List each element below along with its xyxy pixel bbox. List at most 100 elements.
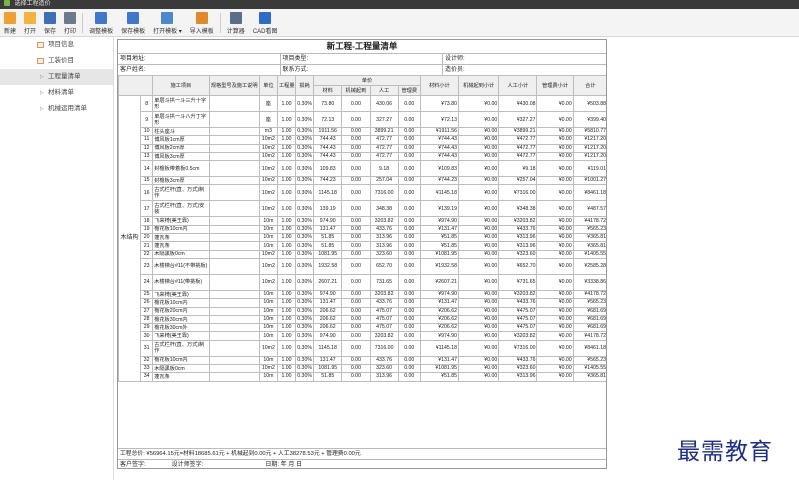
table-row[interactable]: 16 古式栏杆(直、万式)制作 10m2 1.00 0.30% 1145.18 0.00 73… bbox=[119, 184, 606, 202]
table-row[interactable]: 30 飞来椅(美王靠) 10m 1.00 0.30% 974.90 0.00 3203.82 0… bbox=[119, 331, 606, 341]
table-cell: 蓬瓦条 bbox=[152, 233, 210, 243]
table-cell: 1.00 bbox=[276, 160, 297, 178]
toolbar-button-2[interactable]: 保存 bbox=[40, 9, 60, 37]
table-cell: 单层斗拱一斗三升十字形 bbox=[152, 95, 210, 112]
toolbar-button-0[interactable]: 新建 bbox=[0, 9, 20, 37]
toolbar-button-label: 新建 bbox=[4, 29, 17, 35]
sidebar-item-label: 项目信息 bbox=[48, 41, 74, 48]
table-row[interactable]: 11 博风板1cm厚 10m2 1.00 0.30% 744.43 0.00 472.77 0.… bbox=[119, 135, 606, 145]
toolbar-button-8[interactable]: 计算器 bbox=[223, 9, 249, 37]
table-cell: ¥0.00 bbox=[458, 111, 500, 128]
table-cell: ¥0.00 bbox=[536, 233, 574, 243]
table-cell: 472.77 bbox=[369, 151, 399, 162]
table-cell: ¥8461.18 bbox=[572, 184, 606, 202]
toolbar-button-1[interactable]: 打开 bbox=[20, 9, 40, 37]
table-row[interactable]: 19 檐花板10cm内 10m 1.00 0.30% 131.47 0.00 433.76 0.… bbox=[119, 224, 606, 235]
table-row[interactable]: 15 封檐板3cm厚 10m2 1.00 0.30% 744.23 0.00 257.04 0.… bbox=[119, 176, 606, 186]
table-row[interactable]: 23 木楼梯台#11(不带挑板) 10m2 1.00 0.30% 1932.58 0.00 6… bbox=[119, 257, 606, 275]
table-cell: ¥4178.72 bbox=[572, 289, 606, 300]
table-cell: ¥0.00 bbox=[458, 289, 500, 300]
table-cell: 檐花板30cm外 bbox=[152, 323, 210, 333]
table-row[interactable]: 29 檐花板30cm外 10m 1.00 0.30% 206.62 0.00 475.07 0.… bbox=[119, 323, 606, 333]
table-row[interactable]: 25 飞来椅(美王靠) 10m 1.00 0.30% 974.90 0.00 3203.82 0… bbox=[119, 289, 606, 300]
table-cell: 1.00 bbox=[276, 298, 297, 308]
table-cell: 0.00 bbox=[397, 249, 421, 259]
table-cell: 139.19 bbox=[313, 200, 343, 218]
toolbar-button-5[interactable]: 保存模板 bbox=[117, 9, 149, 37]
table-cell: ¥51.85 bbox=[419, 241, 460, 251]
table-row[interactable]: 17 古式栏杆(直、万式)安装 10m2 1.00 0.30% 139.19 0.00 348… bbox=[119, 200, 606, 218]
spec-cell bbox=[208, 200, 260, 218]
table-row[interactable]: 28 檐花板30cm内 10m 1.00 0.30% 206.62 0.00 475.07 0.… bbox=[119, 314, 606, 325]
table-cell: 433.76 bbox=[369, 355, 399, 366]
table-cell: ¥0.00 bbox=[458, 216, 500, 226]
table-row[interactable]: 27 檐花板20cm内 10m 1.00 0.30% 206.62 0.00 475.07 0.… bbox=[119, 306, 606, 316]
table-row[interactable]: 14 封檐板带着板0.5cm 10m2 1.00 0.30% 109.83 0.00 9.18… bbox=[119, 160, 606, 178]
table-cell: 10m2 bbox=[258, 184, 278, 202]
table-cell: 0.30% bbox=[295, 176, 315, 186]
table-cell: 10m bbox=[258, 355, 278, 366]
table-row[interactable]: 10 柱头座斗 m3 1.00 0.30% 1911.56 0.00 3899.21 0.00 ¥… bbox=[119, 126, 606, 137]
toolbar-button-7[interactable]: 导入模板 bbox=[186, 9, 218, 37]
table-row[interactable]: 22 木隔黑板0cm 10m2 1.00 0.30% 1081.95 0.00 323.60 0… bbox=[119, 249, 606, 259]
table-cell: ¥206.62 bbox=[419, 323, 460, 333]
table-row[interactable]: 34 蓬瓦条 10m 1.00 0.30% 51.85 0.00 313.96 0.00 ¥51.… bbox=[119, 372, 606, 382]
table-row[interactable]: 20 蓬瓦条 10m 1.00 0.30% 51.85 0.00 313.96 0.00 ¥51.… bbox=[119, 233, 606, 243]
table-row[interactable]: 12 博风板2cm厚 10m2 1.00 0.30% 744.43 0.00 472.77 0.… bbox=[119, 143, 606, 153]
table-cell: 18 bbox=[140, 216, 154, 226]
table-cell: 27 bbox=[140, 306, 154, 316]
table-row[interactable]: 21 蓬瓦条 10m 1.00 0.30% 51.85 0.00 313.96 0.00 ¥51.… bbox=[119, 241, 606, 251]
table-cell: ¥51.85 bbox=[419, 372, 460, 382]
table-cell: 10m bbox=[258, 298, 278, 308]
table-cell: ¥327.27 bbox=[498, 111, 538, 128]
table-cell: 1145.18 bbox=[313, 184, 343, 202]
table-row[interactable]: 24 木楼梯台#11(带挑板) 10m2 1.00 0.30% 2607.21 0.00 73… bbox=[119, 273, 606, 291]
table-cell: 32 bbox=[140, 355, 154, 366]
table-row[interactable]: 9 单层斗拱一斗八升丁字形座 1.00 0.30% 72.13 0.00 327.27 0.0… bbox=[119, 111, 606, 128]
table-cell: ¥0.00 bbox=[458, 200, 500, 218]
expand-arrow-icon[interactable]: ▷ bbox=[40, 69, 44, 85]
table-cell: 1.00 bbox=[276, 314, 297, 325]
toolbar-button-label: 打开 bbox=[24, 29, 37, 35]
sidebar-item-4[interactable]: ▷ 机械运用清单 bbox=[0, 101, 113, 117]
toolbar-button-9[interactable]: CAD看图 bbox=[249, 9, 282, 37]
table-cell: 430.06 bbox=[369, 95, 399, 112]
watermark-text: 最需教育 bbox=[677, 439, 773, 465]
table-cell: ¥1081.95 bbox=[419, 364, 460, 374]
sidebar-item-1[interactable]: 工装价目 bbox=[0, 53, 113, 69]
table-row[interactable]: 18 飞来椅(美王靠) 10m 1.00 0.30% 974.90 0.00 3203.82 0… bbox=[119, 216, 606, 226]
toolbar-button-3[interactable]: 打印 bbox=[60, 9, 80, 37]
table-row[interactable]: 26 檐花板10cm内 10m 1.00 0.30% 131.47 0.00 433.76 0.… bbox=[119, 298, 606, 308]
table-cell: 0.00 bbox=[341, 364, 371, 374]
sidebar-item-0[interactable]: 项目信息 bbox=[0, 37, 113, 53]
table-cell: 0.00 bbox=[397, 160, 421, 178]
project-total-summary: 工程总价: ¥56964.15元=材料18685.61元 + 机械起到0.00元… bbox=[118, 448, 606, 459]
table-cell: 14 bbox=[140, 160, 154, 178]
spec-cell bbox=[208, 224, 260, 235]
table-row[interactable]: 木结构 8 单层斗拱一斗三升十字形座 1.00 0.30% 73.80 0.00 430.06… bbox=[118, 95, 606, 382]
expand-arrow-icon[interactable]: ▷ bbox=[40, 85, 44, 101]
table-cell: ¥4178.72 bbox=[572, 331, 606, 341]
table-cell: 0.00 bbox=[397, 216, 421, 226]
table-cell: 0.00 bbox=[341, 200, 371, 218]
sidebar-item-3[interactable]: ▷ 材料清单 bbox=[0, 85, 113, 101]
expand-arrow-icon[interactable]: ▷ bbox=[40, 101, 44, 117]
sidebar-item-2[interactable]: ▷ 工程量清单 bbox=[0, 69, 113, 85]
table-cell: ¥430.08 bbox=[498, 95, 538, 112]
toolbar-button-4[interactable]: 调整模板 bbox=[85, 9, 117, 37]
table-cell: 1.00 bbox=[276, 249, 297, 259]
sidebar-item-label: 工程量清单 bbox=[48, 73, 81, 80]
table-cell: 0.00 bbox=[397, 306, 421, 316]
designer-signature-label: 设计师签字: bbox=[171, 462, 204, 468]
table-cell: ¥0.00 bbox=[536, 95, 574, 112]
toolbar-button-6[interactable]: 打开模板 ▾ bbox=[149, 9, 186, 37]
table-row[interactable]: 13 博风板3cm厚 10m2 1.00 0.30% 744.43 0.00 472.77 0.… bbox=[119, 151, 606, 162]
toolbar-button-label: 导入模板 bbox=[189, 29, 214, 35]
table-cell: ¥7316.00 bbox=[498, 339, 538, 357]
table-cell: 17 bbox=[140, 200, 154, 218]
table-row[interactable]: 33 木隔黑板0cm 10m2 1.00 0.30% 1081.95 0.00 323.60 0… bbox=[119, 364, 606, 374]
table-row[interactable]: 32 檐花板10cm内 10m 1.00 0.30% 131.47 0.00 433.76 0.… bbox=[119, 355, 606, 366]
table-cell: 封檐板3cm厚 bbox=[152, 176, 210, 186]
table-row[interactable]: 31 古式栏杆(直、万式)制作 10m2 1.00 0.30% 1145.18 0.00 73… bbox=[119, 339, 606, 357]
table-cell: 313.96 bbox=[369, 233, 399, 243]
